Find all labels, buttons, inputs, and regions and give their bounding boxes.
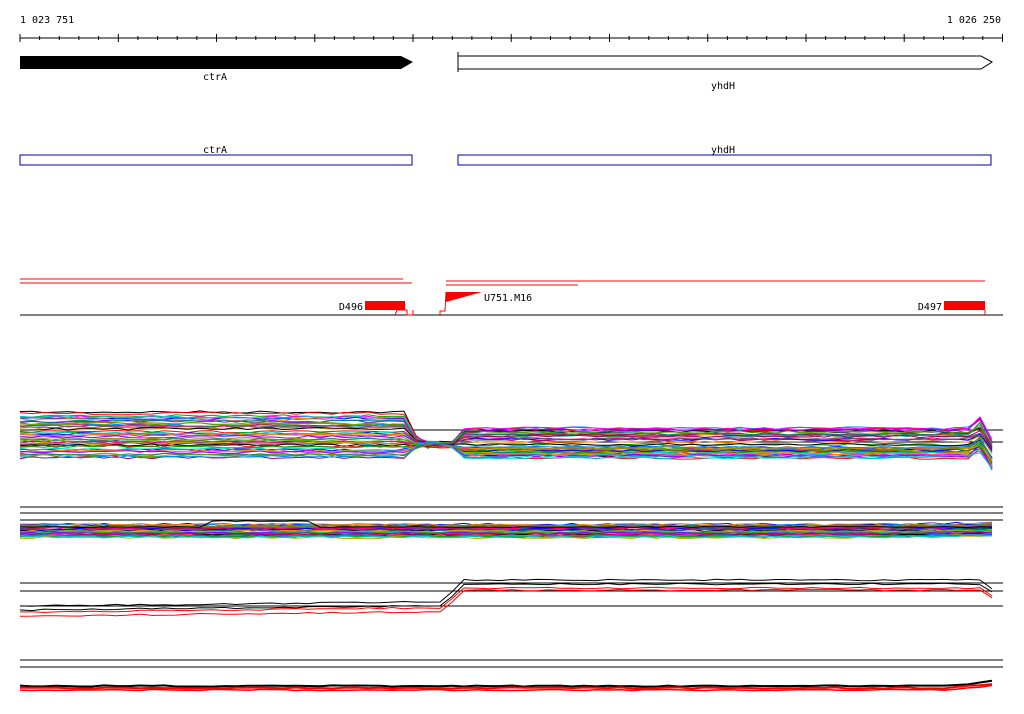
gene-ctrA[interactable]: ctrA	[20, 56, 413, 83]
feature-step-D496	[394, 309, 414, 316]
ruler-start-label: 1 023 751	[20, 15, 74, 26]
gene-arrow-yhdH[interactable]	[457, 55, 993, 70]
feature-label-U751-M16: U751.M16	[484, 293, 532, 304]
feature-step-U751-M16	[439, 291, 447, 315]
coverage-lines	[20, 278, 985, 286]
expression-profile-track-2	[19, 506, 1003, 540]
feature-D497[interactable]: D497	[918, 301, 986, 315]
feature-label-D496: D496	[339, 302, 363, 313]
transcript-label-yhdH: yhdH	[711, 145, 735, 156]
transcript-box-yhdH[interactable]	[457, 154, 992, 166]
genome-browser-view: 1 023 751 1 026 250 ctrA yhdH ctrA yhdH	[19, 15, 1003, 692]
coordinate-ruler: 1 023 751 1 026 250	[19, 15, 1003, 42]
feature-label-D497: D497	[918, 302, 942, 313]
gene-track: ctrA yhdH	[20, 52, 993, 92]
expression-profile-track-3	[19, 578, 1003, 617]
gene-label-ctrA: ctrA	[203, 72, 227, 83]
feature-flag-U751-M16[interactable]	[446, 292, 482, 302]
expression-profile-track-4	[19, 659, 1003, 692]
feature-U751-M16[interactable]: U751.M16	[439, 291, 532, 315]
gene-label-yhdH: yhdH	[711, 81, 735, 92]
feature-track: D496 U751.M16 D497	[20, 291, 1003, 316]
expression-profile-track-1	[19, 410, 1003, 471]
ruler-end-label: 1 026 250	[947, 15, 1001, 26]
feature-block-D496[interactable]	[365, 301, 405, 310]
feature-block-D497[interactable]	[944, 301, 985, 310]
profile-line	[19, 588, 993, 617]
transcript-track: ctrA yhdH	[19, 145, 992, 166]
gene-yhdH[interactable]: yhdH	[457, 52, 993, 92]
feature-D496[interactable]: D496	[339, 301, 414, 316]
transcript-box-ctrA[interactable]	[19, 154, 413, 166]
transcript-label-ctrA: ctrA	[203, 145, 227, 156]
profile-line	[19, 679, 993, 688]
gene-arrow-ctrA[interactable]	[20, 56, 413, 69]
